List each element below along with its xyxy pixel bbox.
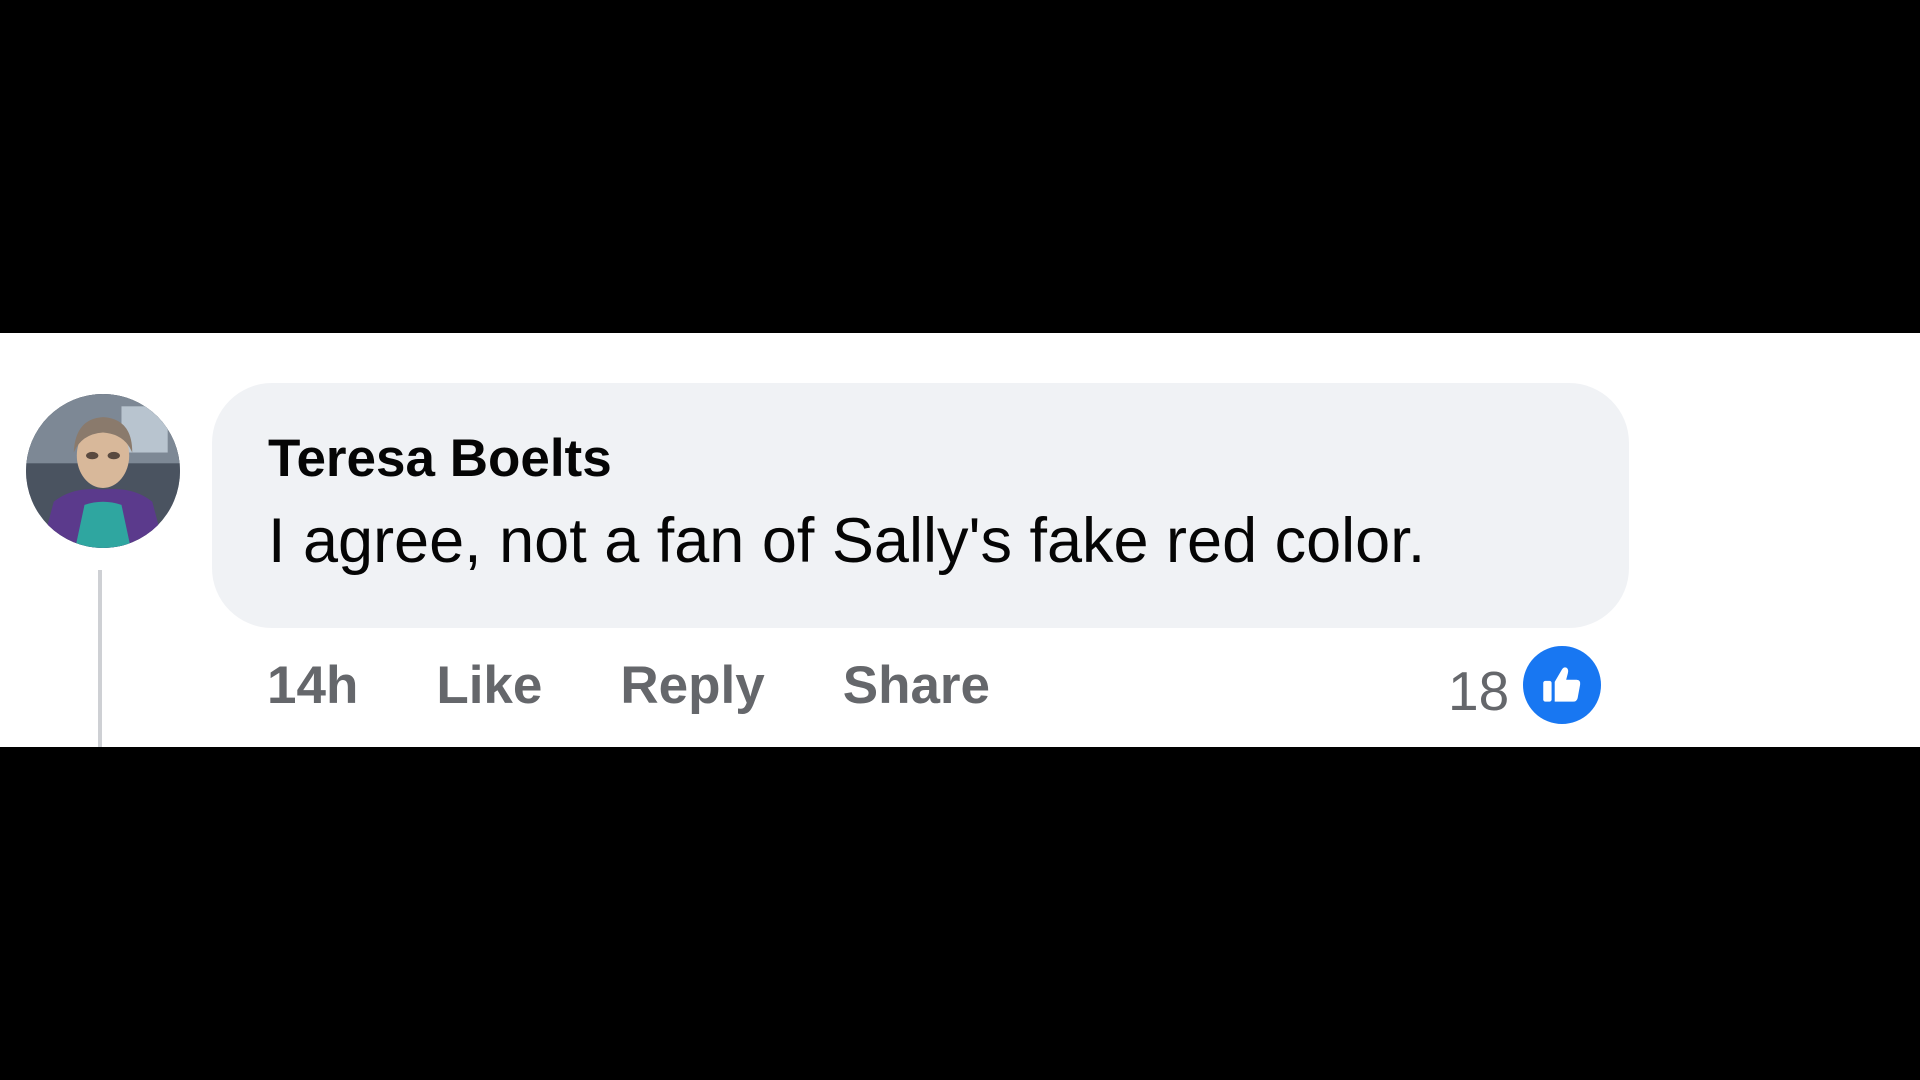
thumbs-up-icon — [1519, 642, 1606, 728]
thread-line — [98, 570, 102, 747]
comment-text: I agree, not a fan of Sally's fake red c… — [268, 506, 1426, 576]
comment-bubble: Teresa Boelts I agree, not a fan of Sall… — [212, 383, 1629, 628]
avatar-photo — [26, 394, 180, 548]
comment-author[interactable]: Teresa Boelts — [268, 429, 1629, 489]
avatar[interactable] — [26, 394, 180, 548]
reaction-count: 18 — [1448, 660, 1510, 722]
reaction-summary[interactable]: 18 — [1448, 642, 1606, 728]
comment-actions: 14h Like Reply Share — [267, 652, 990, 718]
comment-timestamp[interactable]: 14h — [267, 655, 358, 716]
reply-button[interactable]: Reply — [620, 655, 764, 716]
like-button[interactable]: Like — [436, 655, 542, 716]
share-button[interactable]: Share — [843, 655, 990, 716]
